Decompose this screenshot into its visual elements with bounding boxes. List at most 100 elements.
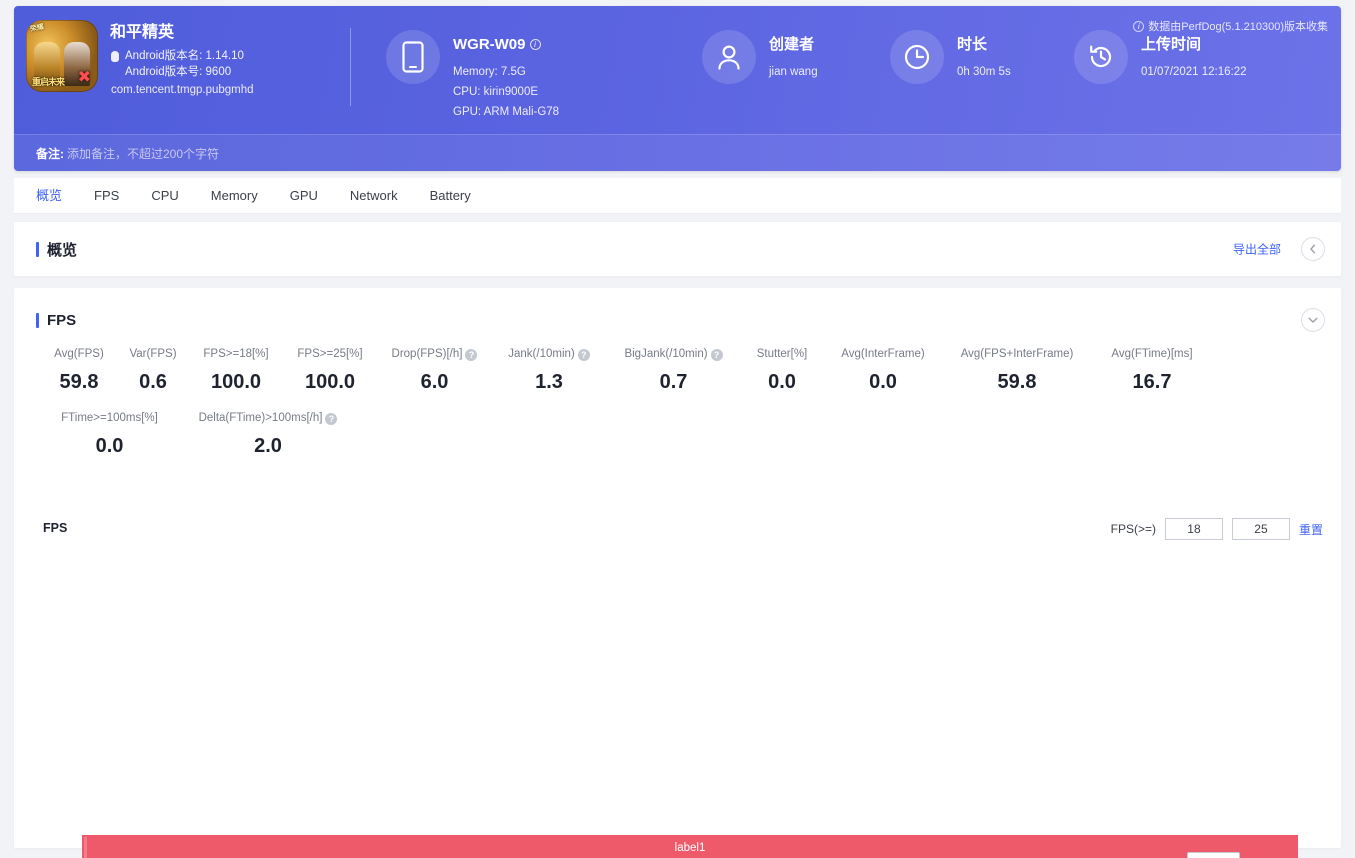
fps-title: FPS [47, 311, 77, 329]
metric-label: FTime>=100ms[%] [61, 412, 158, 424]
upload-text: 上传时间 01/07/2021 12:16:22 [1141, 30, 1247, 81]
app-icon-tag: 荣耀 [29, 23, 45, 34]
overview-header: 概览 导出全部 [14, 222, 1341, 276]
metric-label: FPS>=18[%] [203, 348, 269, 360]
remark-bar[interactable]: 备注: 添加备注，不超过200个字符 [14, 134, 1341, 171]
app-name: 和平精英 [110, 24, 175, 41]
metric-delta-ftime: Delta(FTime)>100ms[/h]? 2.0 [177, 410, 359, 462]
device-info-block: WGR-W09 i Memory: 7.5G CPU: kirin9000E GP… [386, 30, 559, 121]
creator-value: jian wang [769, 66, 818, 78]
tab-fps[interactable]: FPS [78, 178, 135, 214]
metric-value: 0.7 [659, 371, 688, 393]
device-info-icon[interactable]: i [529, 39, 541, 50]
tab-cpu[interactable]: CPU [135, 178, 194, 214]
duration-value: 0h 30m 5s [957, 66, 1011, 78]
perfdog-version-text: 数据由PerfDog(5.1.210300)版本收集 [1148, 21, 1328, 33]
device-cpu: CPU: kirin9000E [453, 86, 539, 98]
history-icon [1074, 30, 1128, 84]
phone-icon [386, 30, 440, 84]
info-icon: i [1133, 20, 1145, 32]
tab-memory[interactable]: Memory [195, 178, 274, 214]
chevron-down-icon [1308, 317, 1318, 323]
metric-label: Drop(FPS)[/h] [391, 348, 463, 360]
tab-gpu[interactable]: GPU [274, 178, 334, 214]
upload-info-block: 上传时间 01/07/2021 12:16:22 [1074, 30, 1247, 84]
app-text-block: 和平精英 Android版本名: 1.14.10 Android版本号: 960… [110, 20, 254, 96]
clock-icon [890, 30, 944, 84]
duration-text: 时长 0h 30m 5s [957, 30, 1011, 81]
metric-label: Delta(FTime)>100ms[/h] [198, 412, 323, 424]
metric-label: Stutter[%] [756, 348, 808, 360]
metric-value: 0.0 [95, 435, 124, 457]
chart-header: FPS FPS(>=) 重置 [14, 518, 1341, 546]
export-all-link[interactable]: 导出全部 [1233, 241, 1281, 258]
metric-value: 0.6 [139, 371, 167, 393]
metric-label: Avg(FTime)[ms] [1111, 348, 1193, 360]
fps-threshold-input-1[interactable] [1164, 518, 1223, 540]
metric-label: Jank(/10min) [508, 348, 575, 360]
metric-fps-ge-18: FPS>=18[%] 100.0 [190, 346, 282, 398]
android-icon [110, 51, 120, 64]
metric-drop-fps: Drop(FPS)[/h]? 6.0 [378, 346, 491, 398]
chart-label: FPS [43, 521, 68, 535]
header-main: 荣耀 重启未来 ✖ 和平精英 Android版本名: 1.14.10 Andro… [14, 6, 1341, 134]
metric-value: 59.8 [997, 371, 1037, 393]
metric-value: 59.8 [59, 371, 99, 393]
device-memory: Memory: 7.5G [453, 66, 526, 78]
perfdog-report-page: 荣耀 重启未来 ✖ 和平精英 Android版本名: 1.14.10 Andro… [0, 0, 1355, 858]
creator-text: 创建者 jian wang [769, 30, 818, 81]
metric-value: 100.0 [210, 371, 262, 393]
duration-info-block: 时长 0h 30m 5s [890, 30, 1011, 84]
metric-stutter: Stutter[%] 0.0 [740, 346, 824, 398]
app-icon: 荣耀 重启未来 ✖ [26, 20, 98, 92]
android-version-name: Android版本名: 1.14.10 [125, 50, 244, 62]
metric-avg-interframe: Avg(InterFrame) 0.0 [824, 346, 942, 398]
metric-avg-fps: Avg(FPS) 59.8 [42, 346, 116, 398]
metric-fps-ge-25: FPS>=25[%] 100.0 [282, 346, 378, 398]
android-version-code: Android版本号: 9600 [125, 66, 232, 78]
fps-collapse-button[interactable] [1301, 308, 1325, 332]
metric-value: 100.0 [304, 371, 356, 393]
metric-avg-ftime: Avg(FTime)[ms] 16.7 [1092, 346, 1212, 398]
metric-label: BigJank(/10min) [624, 348, 708, 360]
fps-metrics: Avg(FPS) 59.8 Var(FPS) 0.6 FPS>=18[%] 10… [14, 346, 1341, 462]
metric-label: Avg(FPS) [54, 348, 104, 360]
device-gpu: GPU: ARM Mali-G78 [453, 106, 560, 118]
band-segment-marker [84, 837, 87, 858]
fps-threshold-input-2[interactable] [1231, 518, 1290, 540]
chevron-left-icon [1310, 244, 1316, 254]
metric-label: Avg(FPS+InterFrame) [960, 348, 1074, 360]
overview-collapse-button[interactable] [1301, 237, 1325, 261]
creator-title: 创建者 [769, 36, 815, 53]
metric-var-fps: Var(FPS) 0.6 [116, 346, 190, 398]
scene-label-band[interactable]: label1 [82, 835, 1298, 858]
reset-link[interactable]: 重置 [1299, 521, 1323, 538]
android-version-lines: Android版本名: 1.14.10 Android版本号: 9600 [125, 48, 244, 80]
fps-header: FPS [14, 288, 1341, 352]
help-icon[interactable]: ? [710, 348, 723, 361]
user-icon [702, 30, 756, 84]
bottom-partial-control[interactable] [1187, 852, 1240, 858]
metric-label: Avg(InterFrame) [841, 348, 925, 360]
fps-metrics-row-2: FTime>=100ms[%] 0.0 Delta(FTime)>100ms[/… [14, 410, 1341, 462]
tab-overview[interactable]: 概览 [28, 178, 78, 214]
upload-value: 01/07/2021 12:16:22 [1141, 66, 1247, 78]
help-icon[interactable]: ? [325, 412, 338, 425]
fps-threshold-controls: FPS(>=) 重置 [1111, 518, 1323, 540]
upload-title: 上传时间 [1141, 36, 1202, 53]
remark-input[interactable]: 添加备注，不超过200个字符 [67, 145, 219, 162]
tab-network[interactable]: Network [334, 178, 414, 214]
help-icon[interactable]: ? [577, 348, 590, 361]
metric-label: FPS>=25[%] [297, 348, 363, 360]
android-version-row: Android版本名: 1.14.10 Android版本号: 9600 [110, 48, 254, 80]
tab-battery[interactable]: Battery [414, 178, 487, 214]
help-icon[interactable]: ? [465, 348, 478, 361]
header-divider [350, 28, 351, 106]
metric-jank: Jank(/10min)? 1.3 [491, 346, 607, 398]
metric-value: 0.0 [869, 371, 897, 393]
metric-avg-fps-interframe: Avg(FPS+InterFrame) 59.8 [942, 346, 1092, 398]
remark-label: 备注: [36, 146, 64, 161]
app-icon-bottom-text: 重启未来 [32, 77, 65, 87]
metric-value: 16.7 [1132, 371, 1172, 393]
report-header: 荣耀 重启未来 ✖ 和平精英 Android版本名: 1.14.10 Andro… [14, 6, 1341, 171]
